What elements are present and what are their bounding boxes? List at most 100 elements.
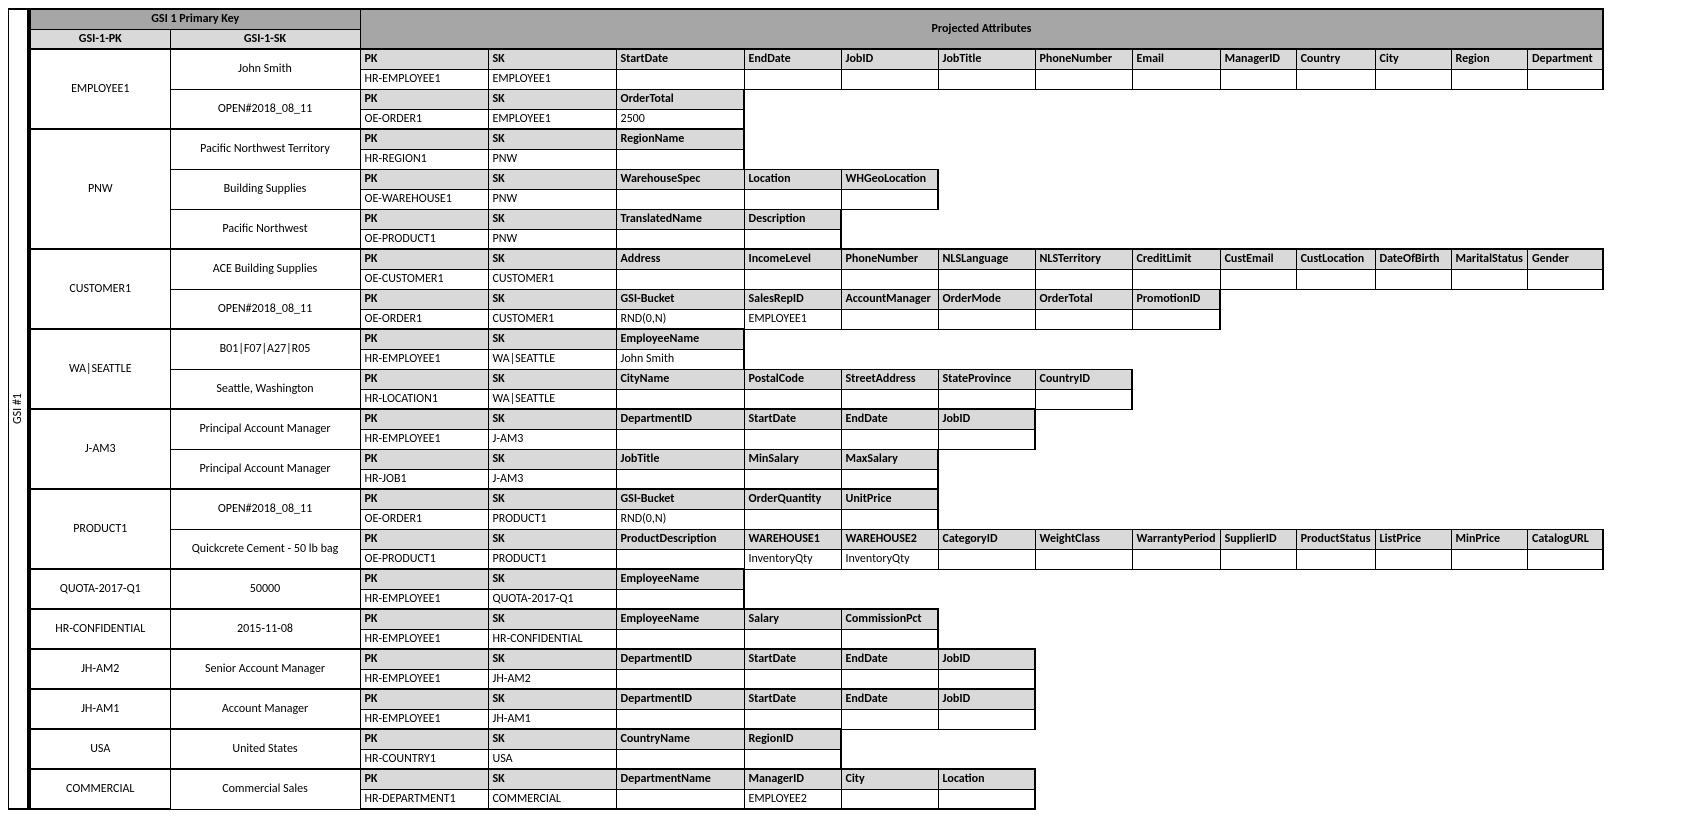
- attr-header: EndDate: [841, 649, 938, 669]
- attr-header: WAREHOUSE1: [744, 529, 841, 549]
- attr-header: PK: [360, 409, 488, 429]
- attr-header: OrderMode: [938, 289, 1035, 309]
- attr-value: [616, 389, 744, 409]
- attr-value: [616, 269, 744, 289]
- attr-header: OrderQuantity: [744, 489, 841, 509]
- sk-cell: Quickcrete Cement - 50 lb bag: [170, 529, 360, 569]
- attr-header: SalesRepID: [744, 289, 841, 309]
- attr-value: [1220, 269, 1296, 289]
- attr-value: OE-ORDER1: [360, 309, 488, 329]
- attr-header: AccountManager: [841, 289, 938, 309]
- attr-header: CustLocation: [1296, 249, 1375, 269]
- attr-value: RND(0,N): [616, 509, 744, 529]
- attr-value: [744, 669, 841, 689]
- attr-header: SK: [488, 409, 616, 429]
- attr-value: PNW: [488, 189, 616, 209]
- attr-value: [1375, 269, 1451, 289]
- attr-value: HR-COUNTRY1: [360, 749, 488, 769]
- sk-cell: B01|F07|A27|R05: [170, 329, 360, 369]
- attr-header: PK: [360, 49, 488, 69]
- attr-value: [1035, 389, 1132, 409]
- attr-value: [616, 229, 744, 249]
- attr-header: CategoryID: [938, 529, 1035, 549]
- attr-value: OE-CUSTOMER1: [360, 269, 488, 289]
- attr-header: PK: [360, 169, 488, 189]
- attr-value: [841, 429, 938, 449]
- gsi-table: GSI 1 Primary KeyProjected Attributes GSI…: [29, 8, 1604, 810]
- attr-value: [841, 629, 938, 649]
- sk-cell: United States: [170, 729, 360, 769]
- pk-cell: HR-CONFIDENTIAL: [30, 609, 170, 649]
- attr-value: J-AM3: [488, 469, 616, 489]
- attr-header: GSI-Bucket: [616, 489, 744, 509]
- attr-value: [938, 789, 1035, 809]
- attr-header: MinSalary: [744, 449, 841, 469]
- attr-header: StartDate: [744, 689, 841, 709]
- attr-header: NLSLanguage: [938, 249, 1035, 269]
- attr-header: PK: [360, 569, 488, 589]
- attr-header: StreetAddress: [841, 369, 938, 389]
- attr-header: StateProvince: [938, 369, 1035, 389]
- attr-header: ManagerID: [744, 769, 841, 789]
- attr-value: [841, 389, 938, 409]
- sk-cell: 2015-11-08: [170, 609, 360, 649]
- attr-value: [1375, 549, 1451, 569]
- attr-header: CountryID: [1035, 369, 1132, 389]
- attr-value: HR-DEPARTMENT1: [360, 789, 488, 809]
- pk-cell: CUSTOMER1: [30, 249, 170, 329]
- attr-value: [1132, 549, 1220, 569]
- attr-value: InventoryQty: [841, 549, 938, 569]
- attr-header: DateOfBirth: [1375, 249, 1451, 269]
- attr-header: JobTitle: [938, 49, 1035, 69]
- attr-header: WarrantyPeriod: [1132, 529, 1220, 549]
- attr-header: PK: [360, 129, 488, 149]
- attr-value: [841, 309, 938, 329]
- attr-header: EndDate: [841, 689, 938, 709]
- attr-value: [1527, 549, 1603, 569]
- attr-value: HR-EMPLOYEE1: [360, 589, 488, 609]
- attr-value: PRODUCT1: [488, 549, 616, 569]
- projected-header: Projected Attributes: [360, 9, 1603, 49]
- attr-value: [1132, 309, 1220, 329]
- attr-value: [1451, 69, 1527, 89]
- attr-header: ManagerID: [1220, 49, 1296, 69]
- attr-value: [1296, 269, 1375, 289]
- attr-header: SK: [488, 209, 616, 229]
- attr-value: OE-PRODUCT1: [360, 549, 488, 569]
- attr-value: [744, 69, 841, 89]
- primary-key-header: GSI 1 Primary Key: [30, 9, 360, 29]
- attr-value: [841, 669, 938, 689]
- attr-header: Salary: [744, 609, 841, 629]
- attr-value: OE-WAREHOUSE1: [360, 189, 488, 209]
- attr-value: [616, 589, 744, 609]
- attr-header: PK: [360, 89, 488, 109]
- attr-header: PK: [360, 689, 488, 709]
- attr-value: PRODUCT1: [488, 509, 616, 529]
- attr-value: [841, 789, 938, 809]
- attr-header: EmployeeName: [616, 329, 744, 349]
- pk-cell: WA|SEATTLE: [30, 329, 170, 409]
- attr-value: [616, 629, 744, 649]
- attr-header: PK: [360, 649, 488, 669]
- attr-value: [938, 269, 1035, 289]
- attr-value: PNW: [488, 149, 616, 169]
- sk-cell: Building Supplies: [170, 169, 360, 209]
- attr-header: PK: [360, 209, 488, 229]
- gsi-label: GSI #1: [8, 8, 29, 810]
- attr-header: SK: [488, 289, 616, 309]
- attr-value: [1296, 69, 1375, 89]
- attr-header: SK: [488, 769, 616, 789]
- pk-cell: QUOTA-2017-Q1: [30, 569, 170, 609]
- attr-value: EMPLOYEE1: [488, 69, 616, 89]
- attr-value: OE-ORDER1: [360, 509, 488, 529]
- pk-cell: PRODUCT1: [30, 489, 170, 569]
- attr-value: EMPLOYEE1: [744, 309, 841, 329]
- attr-header: UnitPrice: [841, 489, 938, 509]
- pk-cell: J-AM3: [30, 409, 170, 489]
- attr-header: CatalogURL: [1527, 529, 1603, 549]
- attr-header: PK: [360, 289, 488, 309]
- attr-value: PNW: [488, 229, 616, 249]
- attr-value: [841, 509, 938, 529]
- attr-header: CountryName: [616, 729, 744, 749]
- attr-header: SK: [488, 529, 616, 549]
